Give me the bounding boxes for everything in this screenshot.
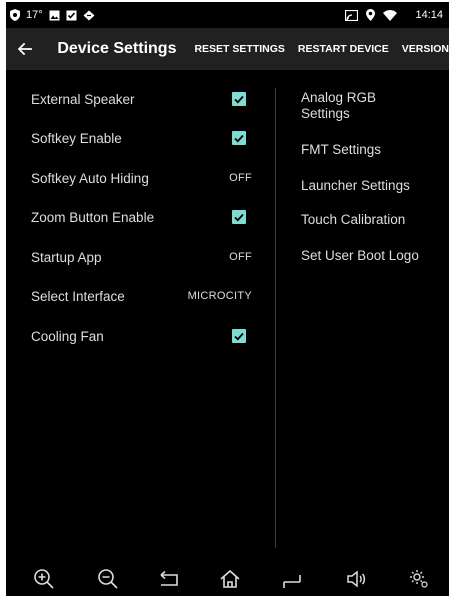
check-icon [234,134,244,142]
settings-button[interactable] [405,565,433,593]
home-button[interactable] [216,565,244,593]
back-nav-button[interactable] [155,565,183,593]
check-icon [234,95,244,103]
setting-label: Softkey Enable [31,130,122,146]
zoom-in-icon [34,569,54,589]
zoom-in-button[interactable] [30,565,58,593]
cooling-fan-checkbox[interactable] [232,329,246,343]
setting-label: Softkey Auto Hiding [31,170,149,186]
volume-icon [347,570,366,588]
restart-device-button[interactable]: RESTART DEVICE [298,43,389,55]
check-icon [234,332,244,340]
back-button[interactable] [6,28,43,70]
volume-button[interactable] [342,565,370,593]
touch-calibration-item[interactable]: Touch Calibration [276,212,449,228]
image-icon [49,10,60,21]
zoom-out-button[interactable] [94,565,122,593]
set-user-boot-logo-item[interactable]: Set User Boot Logo [276,248,449,264]
clock-text: 14:14 [415,9,443,21]
diamond-icon [83,10,95,21]
setting-row-softkey-enable[interactable]: Softkey Enable [6,120,274,156]
recent-apps-icon [283,575,301,588]
page-title: Device Settings [57,40,177,57]
check-box-icon [66,10,77,21]
app-bar: Device Settings RESET SETTINGS RESTART D… [6,28,449,70]
setting-label: Select Interface [31,288,125,304]
setting-label: Zoom Button Enable [31,209,155,225]
settings-content: External Speaker Softkey Enable Softkey … [6,70,449,550]
wifi-icon [383,9,398,21]
analog-rgb-settings-item[interactable]: Analog RGB Settings [276,90,396,122]
setting-label: External Speaker [31,91,135,107]
setting-row-external-speaker[interactable]: External Speaker [6,81,274,117]
setting-row-select-interface[interactable]: Select Interface MICROCITY [6,278,274,314]
home-icon [220,569,240,588]
bottom-navigation-bar [6,562,449,596]
setting-row-zoom-button-enable[interactable]: Zoom Button Enable [6,199,274,235]
select-interface-value: MICROCITY [187,290,252,302]
arrow-left-icon [17,43,32,55]
back-icon [160,570,178,586]
status-bar: 17° 14:14 [6,2,449,28]
launcher-settings-item[interactable]: Launcher Settings [276,178,449,194]
device-screen: 17° 14:14 Device Settings RESET SETTINGS… [6,2,449,596]
settings-icon [410,570,428,588]
softkey-auto-hiding-value: OFF [229,172,252,184]
shield-icon [10,9,20,21]
recent-apps-button[interactable] [278,565,306,593]
location-icon [366,9,376,21]
setting-row-startup-app[interactable]: Startup App OFF [6,239,274,275]
temperature-text: 17° [26,9,43,21]
zoom-out-icon [98,569,118,589]
setting-label: Cooling Fan [31,328,104,344]
cast-icon [345,9,359,21]
external-speaker-checkbox[interactable] [232,92,246,106]
fmt-settings-item[interactable]: FMT Settings [276,142,449,158]
startup-app-value: OFF [229,251,252,263]
zoom-button-enable-checkbox[interactable] [232,210,246,224]
version-button[interactable]: VERSION [402,43,449,55]
reset-settings-button[interactable]: RESET SETTINGS [194,43,284,55]
setting-label: Startup App [31,249,102,265]
softkey-enable-checkbox[interactable] [232,131,246,145]
check-icon [234,213,244,221]
setting-row-cooling-fan[interactable]: Cooling Fan [6,318,274,354]
setting-row-softkey-auto-hiding[interactable]: Softkey Auto Hiding OFF [6,160,274,196]
